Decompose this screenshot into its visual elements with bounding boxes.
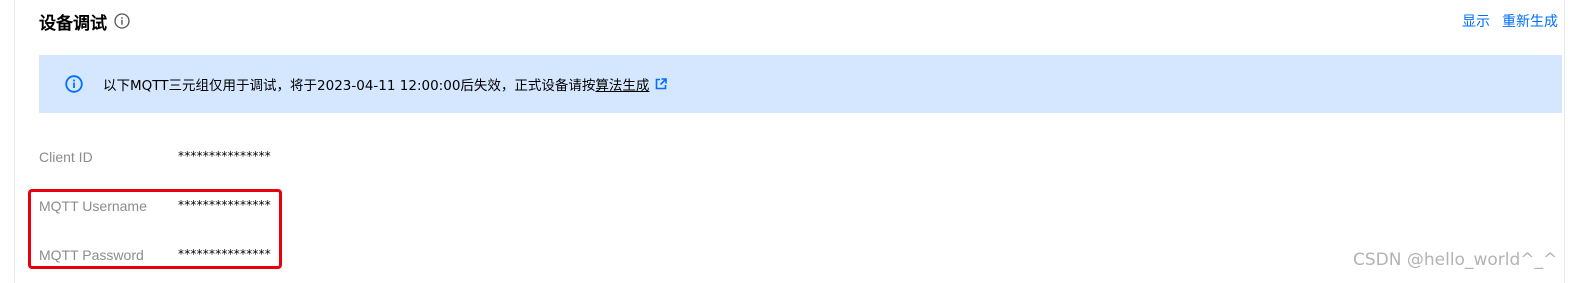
right-divider — [1564, 0, 1565, 283]
show-button[interactable]: 显示 — [1462, 11, 1490, 31]
external-link-icon[interactable] — [655, 78, 668, 90]
left-divider — [14, 0, 15, 283]
info-notice: 以下MQTT三元组仅用于调试，将于2023-04-11 12:00:00后失效，… — [39, 55, 1562, 113]
algorithm-generate-link[interactable]: 算法生成 — [595, 74, 649, 94]
regenerate-button[interactable]: 重新生成 — [1502, 11, 1558, 31]
notice-text: 以下MQTT三元组仅用于调试，将于2023-04-11 12:00:00后失效，… — [103, 78, 596, 94]
client-id-value: *************** — [178, 149, 271, 163]
highlight-annotation-box — [28, 189, 282, 269]
info-icon[interactable] — [114, 13, 130, 29]
section-title: 设备调试 — [39, 13, 107, 34]
watermark: CSDN @hello_world^_^ — [1353, 250, 1558, 270]
client-id-label: Client ID — [39, 149, 93, 165]
info-circle-icon — [65, 75, 83, 93]
section-header: 设备调试 — [39, 8, 130, 34]
header-actions: 显示 重新生成 — [1462, 11, 1558, 31]
